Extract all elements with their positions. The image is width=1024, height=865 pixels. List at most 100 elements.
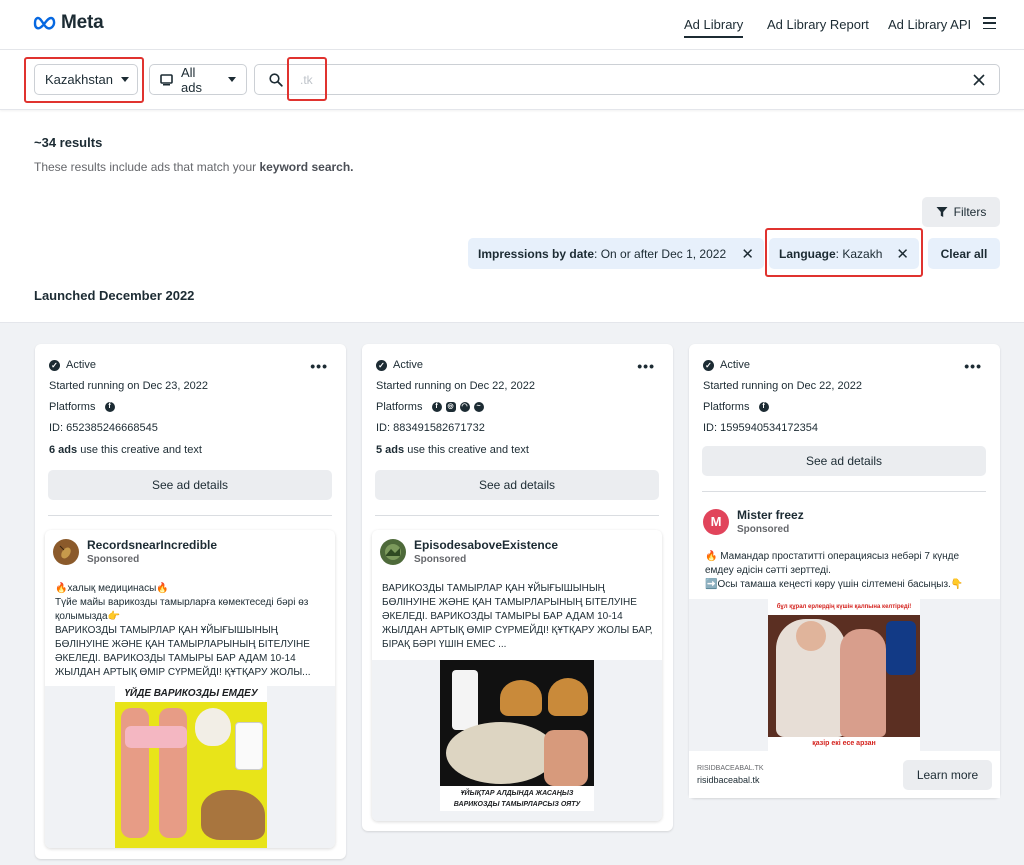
sponsored-label: Sponsored [87,554,140,565]
feet-shape [544,730,588,786]
status-text: Active [66,359,96,371]
camel-shape [500,680,542,716]
bug-icon [59,545,71,558]
creative-area: ҰЙЫҚТАР АЛДЫНДА ЖАСАҢЫЗ ВАРИКОЗДЫ ТАМЫРЛ… [372,660,662,821]
section-title: Launched December 2022 [34,288,195,303]
more-options-icon[interactable]: ••• [637,358,655,374]
uses-text: 6 ads use this creative and text [49,444,202,456]
check-circle-icon: ✓ [703,359,714,371]
ad-body-text: 🔥халық медицинасы🔥 Түйе майы варикозды т… [55,583,311,678]
see-ad-details-button[interactable]: See ad details [48,470,332,500]
uses-text: 5 ads use this creative and text [376,444,529,456]
creative-caption-bottom: қазір екі есе арзан [768,737,920,751]
close-icon[interactable]: ✕ [741,245,754,263]
uses-suffix: use this creative and text [404,444,529,456]
supplement-bottle-shape [886,621,916,675]
creative-area: ҮЙДЕ ВАРИКОЗДЫ ЕМДЕУ [45,686,335,848]
results-note-bold: keyword search. [259,160,354,174]
learn-more-button[interactable]: Learn more [903,760,992,790]
cta-domain-upper: RISIDBACEABAL.TK [697,765,764,772]
ad-type-select[interactable]: All ads [149,64,247,95]
nav-link-ad-library-report[interactable]: Ad Library Report [767,17,869,32]
more-options-icon[interactable]: ••• [964,358,982,374]
search-input[interactable]: .tk [254,64,1000,95]
messenger-icon: ~ [473,402,484,413]
ad-creative-image: бұл құрал ерлердің күшін қалпына келтіре… [768,599,920,751]
check-circle-icon: ✓ [376,359,387,371]
status-row: ✓ Active [49,359,96,371]
ad-creative-image: ҮЙДЕ ВАРИКОЗДЫ ЕМДЕУ [115,686,267,848]
status-row: ✓ Active [703,359,750,371]
advertiser-name[interactable]: Mister freez [737,508,804,522]
highlight-country-box [24,57,144,103]
platforms-label: Platforms [703,401,750,413]
ad-card: ✓ Active ••• Started running on Dec 23, … [35,344,346,859]
ad-preview: EpisodesaboveExistence Sponsored ВАРИКОЗ… [372,530,662,821]
ad-card: ✓ Active ••• Started running on Dec 22, … [362,344,673,831]
advertiser-row: M Mister freez Sponsored [703,508,804,535]
camel-shape [201,790,265,840]
sponsored-label: Sponsored [737,524,790,535]
filters-button[interactable]: Filters [922,197,1000,227]
filter-icon [936,207,948,217]
top-nav: Meta Ad Library Ad Library Report Ad Lib… [0,0,1024,50]
uses-count: 6 ads [49,444,78,456]
status-text: Active [720,359,750,371]
nav-link-ad-library-api[interactable]: Ad Library API [888,17,971,32]
avatar: M [703,508,729,535]
clear-all-button[interactable]: Clear all [928,238,1000,269]
creative-caption: ҰЙЫҚТАР АЛДЫНДА ЖАСАҢЫЗ ВАРИКОЗДЫ ТАМЫРЛ… [440,786,594,811]
search-row: Kazakhstan All ads .tk [0,50,1024,110]
results-grid: ✓ Active ••• Started running on Dec 23, … [0,322,1024,865]
platforms-row: Platforms f [49,401,115,413]
filters-label: Filters [953,205,987,219]
creative-caption-top: бұл құрал ерлердің күшін қалпына келтіре… [768,599,920,615]
garlic-shape [195,708,231,746]
advertiser-name[interactable]: RecordsnearIncredible [87,538,217,552]
ad-id: ID: 883491582671732 [376,422,485,434]
meta-logo[interactable]: Meta [33,12,104,34]
creative-caption: ҮЙДЕ ВАРИКОЗДЫ ЕМДЕУ [115,686,267,702]
see-ad-details-button[interactable]: See ad details [702,446,986,476]
advertiser-row: EpisodesaboveExistence Sponsored [380,538,558,565]
clear-search-icon[interactable] [973,74,985,86]
avatar [53,538,79,565]
creative-caption-line-1: ҰЙЫҚТАР АЛДЫНДА ЖАСАҢЫЗ [460,790,574,797]
menu-icon[interactable] [983,17,996,29]
check-circle-icon: ✓ [49,359,60,371]
ad-body-text: ВАРИКОЗДЫ ТАМЫРЛАР ҚАН ҰЙЫҒЫШЫНЫҢ БӨЛІНУ… [382,583,653,650]
facebook-icon: f [104,402,115,413]
uses-suffix: use this creative and text [77,444,202,456]
chip-impressions-value: : On or after Dec 1, 2022 [594,246,727,261]
creative-caption-line-2: ВАРИКОЗДЫ ТАМЫРЛАРСЫЗ ОЯТУ [453,801,581,808]
woman-shape [840,629,886,737]
uses-count: 5 ads [376,444,405,456]
facebook-icon: f [758,402,769,413]
face-shape [796,621,826,651]
audience-network-icon: ◠ [459,402,470,413]
chip-impressions-key: Impressions by date [478,246,595,261]
bandage-shape [125,726,187,748]
highlight-query-box [287,57,327,101]
brand-name: Meta [61,12,104,33]
highlight-language-box [765,228,923,277]
more-options-icon[interactable]: ••• [310,358,328,374]
ad-creative-image: ҰЙЫҚТАР АЛДЫНДА ЖАСАҢЫЗ ВАРИКОЗДЫ ТАМЫРЛ… [440,660,594,811]
advertiser-name[interactable]: EpisodesaboveExistence [414,538,558,552]
sponsored-label: Sponsored [414,554,467,565]
divider [375,515,659,516]
creative-area: бұл құрал ерлердің күшін қалпына келтіре… [689,599,1000,751]
ad-type-label: All ads [181,64,202,95]
instagram-icon: ◎ [445,402,456,413]
results-count: ~34 results [34,135,103,150]
results-note: These results include ads that match you… [34,160,354,174]
ad-card: ✓ Active ••• Started running on Dec 22, … [689,344,1000,798]
ad-body-text: 🔥 Мамандар простатитті операциясыз небәр… [705,551,964,590]
see-ad-details-button[interactable]: See ad details [375,470,659,500]
nav-link-ad-library[interactable]: Ad Library [684,17,744,38]
advertiser-row: RecordsnearIncredible Sponsored [53,538,217,565]
results-note-text: These results include ads that match you… [34,160,260,174]
avatar [380,538,406,565]
search-icon [269,73,283,87]
platforms-label: Platforms [376,401,423,413]
